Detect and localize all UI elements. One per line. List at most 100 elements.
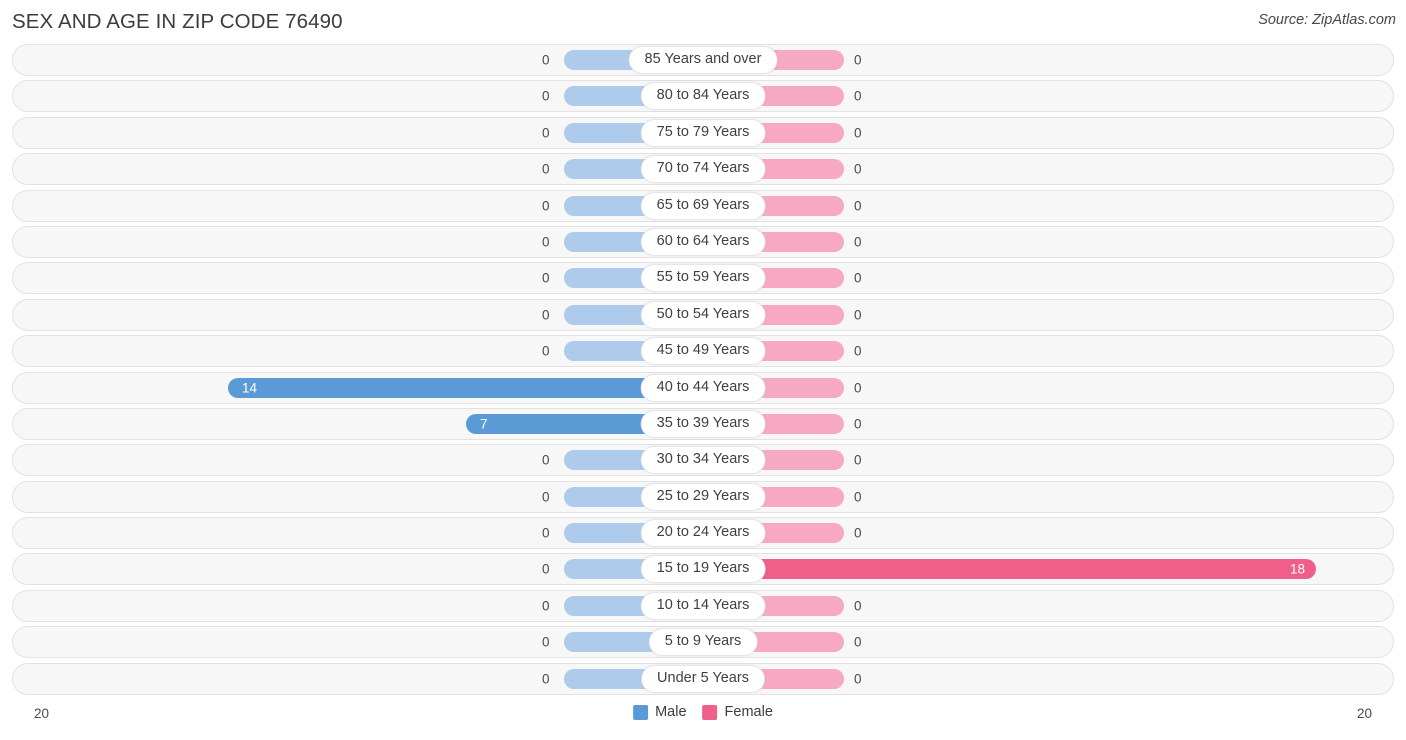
bar-female [704,559,1316,580]
age-group-label: 75 to 79 Years [640,118,766,147]
value-label-male: 0 [542,452,550,468]
value-label-female: 0 [854,598,862,614]
value-label-male: 0 [542,270,550,286]
legend-swatch-female-icon [702,704,718,720]
row-bars: 0 0 85 Years and over [13,45,1393,75]
row-bars: 0 0 Under 5 Years [13,664,1393,694]
page-title: SEX AND AGE IN ZIP CODE 76490 [12,10,343,33]
value-label-male: 0 [542,88,550,104]
row-bars: 0 0 20 to 24 Years [13,518,1393,548]
value-label-male: 0 [542,161,550,177]
value-label-male: 7 [480,416,488,432]
table-row: 0 0 45 to 49 Years [12,335,1394,368]
value-label-male: 0 [542,197,550,213]
bar-male [228,377,704,398]
value-label-male: 0 [542,634,550,650]
table-row: 0 18 15 to 19 Years [12,553,1394,586]
age-group-label: 30 to 34 Years [640,446,766,475]
chart-page: SEX AND AGE IN ZIP CODE 76490 Source: Zi… [0,0,1406,740]
table-row: 7 0 35 to 39 Years [12,407,1394,440]
value-label-male: 14 [242,379,258,395]
row-bars: 0 0 65 to 69 Years [13,191,1393,221]
value-label-female: 0 [854,488,862,504]
value-label-male: 0 [542,125,550,141]
value-label-female: 18 [1290,561,1306,577]
value-label-female: 0 [854,634,862,650]
legend-swatch-male-icon [633,704,649,720]
legend-label-female: Female [724,704,773,721]
value-label-male: 0 [542,561,550,577]
row-bars: 0 0 80 to 84 Years [13,81,1393,111]
legend-item-male[interactable]: Male [633,704,687,721]
age-group-label: 40 to 44 Years [640,373,766,402]
row-bars: 14 0 40 to 44 Years [13,373,1393,403]
table-row: 0 0 20 to 24 Years [12,517,1394,550]
row-bars: 0 0 60 to 64 Years [13,227,1393,257]
value-label-female: 0 [854,343,862,359]
age-group-label: Under 5 Years [641,664,765,693]
age-group-label: 85 Years and over [628,46,778,74]
table-row: 14 0 40 to 44 Years [12,371,1394,404]
value-label-male: 0 [542,598,550,614]
row-bars: 0 0 25 to 29 Years [13,482,1393,512]
population-pyramid-chart: 0 0 85 Years and over 0 0 80 to 84 Years 0 0 75 … [12,44,1394,695]
value-label-female: 0 [854,234,862,250]
value-label-female: 0 [854,125,862,141]
table-row: 0 0 10 to 14 Years [12,589,1394,622]
value-label-male: 0 [542,343,550,359]
row-bars: 0 0 10 to 14 Years [13,591,1393,621]
axis-max-right: 20 [1356,706,1372,722]
age-group-label: 55 to 59 Years [640,264,766,293]
chart-footer: 20 Male Female 20 [12,699,1394,733]
age-group-label: 80 to 84 Years [640,82,766,111]
table-row: 0 0 80 to 84 Years [12,80,1394,113]
table-row: 0 0 55 to 59 Years [12,262,1394,295]
age-group-label: 20 to 24 Years [640,519,766,548]
value-label-female: 0 [854,670,862,686]
table-row: 0 0 65 to 69 Years [12,189,1394,222]
table-row: 0 0 5 to 9 Years [12,626,1394,659]
age-group-label: 10 to 14 Years [640,591,766,620]
value-label-female: 0 [854,270,862,286]
table-row: 0 0 70 to 74 Years [12,153,1394,186]
age-group-label: 60 to 64 Years [640,227,766,256]
value-label-female: 0 [854,416,862,432]
legend-item-female[interactable]: Female [702,704,773,721]
value-label-female: 0 [854,52,862,68]
chart-legend: Male Female [633,704,773,720]
row-bars: 0 0 30 to 34 Years [13,445,1393,475]
age-group-label: 45 to 49 Years [640,337,766,366]
table-row: 0 0 30 to 34 Years [12,444,1394,477]
table-row: 0 0 25 to 29 Years [12,480,1394,513]
row-bars: 0 0 55 to 59 Years [13,263,1393,293]
legend-label-male: Male [655,704,687,721]
row-bars: 0 0 50 to 54 Years [13,300,1393,330]
value-label-male: 0 [542,670,550,686]
value-label-male: 0 [542,488,550,504]
age-group-label: 15 to 19 Years [640,555,766,584]
row-bars: 0 0 70 to 74 Years [13,154,1393,184]
chart-header: SEX AND AGE IN ZIP CODE 76490 Source: Zi… [0,0,1406,44]
value-label-male: 0 [542,52,550,68]
row-bars: 7 0 35 to 39 Years [13,409,1393,439]
value-label-female: 0 [854,197,862,213]
age-group-label: 65 to 69 Years [640,191,766,220]
age-group-label: 25 to 29 Years [640,482,766,511]
age-group-label: 70 to 74 Years [640,155,766,184]
table-row: 0 0 75 to 79 Years [12,116,1394,149]
table-row: 0 0 85 Years and over [12,44,1394,76]
row-bars: 0 0 75 to 79 Years [13,118,1393,148]
value-label-female: 0 [854,88,862,104]
age-group-label: 35 to 39 Years [640,409,766,438]
value-label-male: 0 [542,525,550,541]
value-label-female: 0 [854,379,862,395]
value-label-female: 0 [854,452,862,468]
age-group-label: 5 to 9 Years [648,628,758,657]
row-bars: 0 0 5 to 9 Years [13,627,1393,657]
table-row: 0 0 50 to 54 Years [12,298,1394,331]
source-attribution: Source: ZipAtlas.com [1258,12,1396,28]
value-label-female: 0 [854,306,862,322]
age-group-label: 50 to 54 Years [640,300,766,329]
value-label-female: 0 [854,161,862,177]
value-label-female: 0 [854,525,862,541]
